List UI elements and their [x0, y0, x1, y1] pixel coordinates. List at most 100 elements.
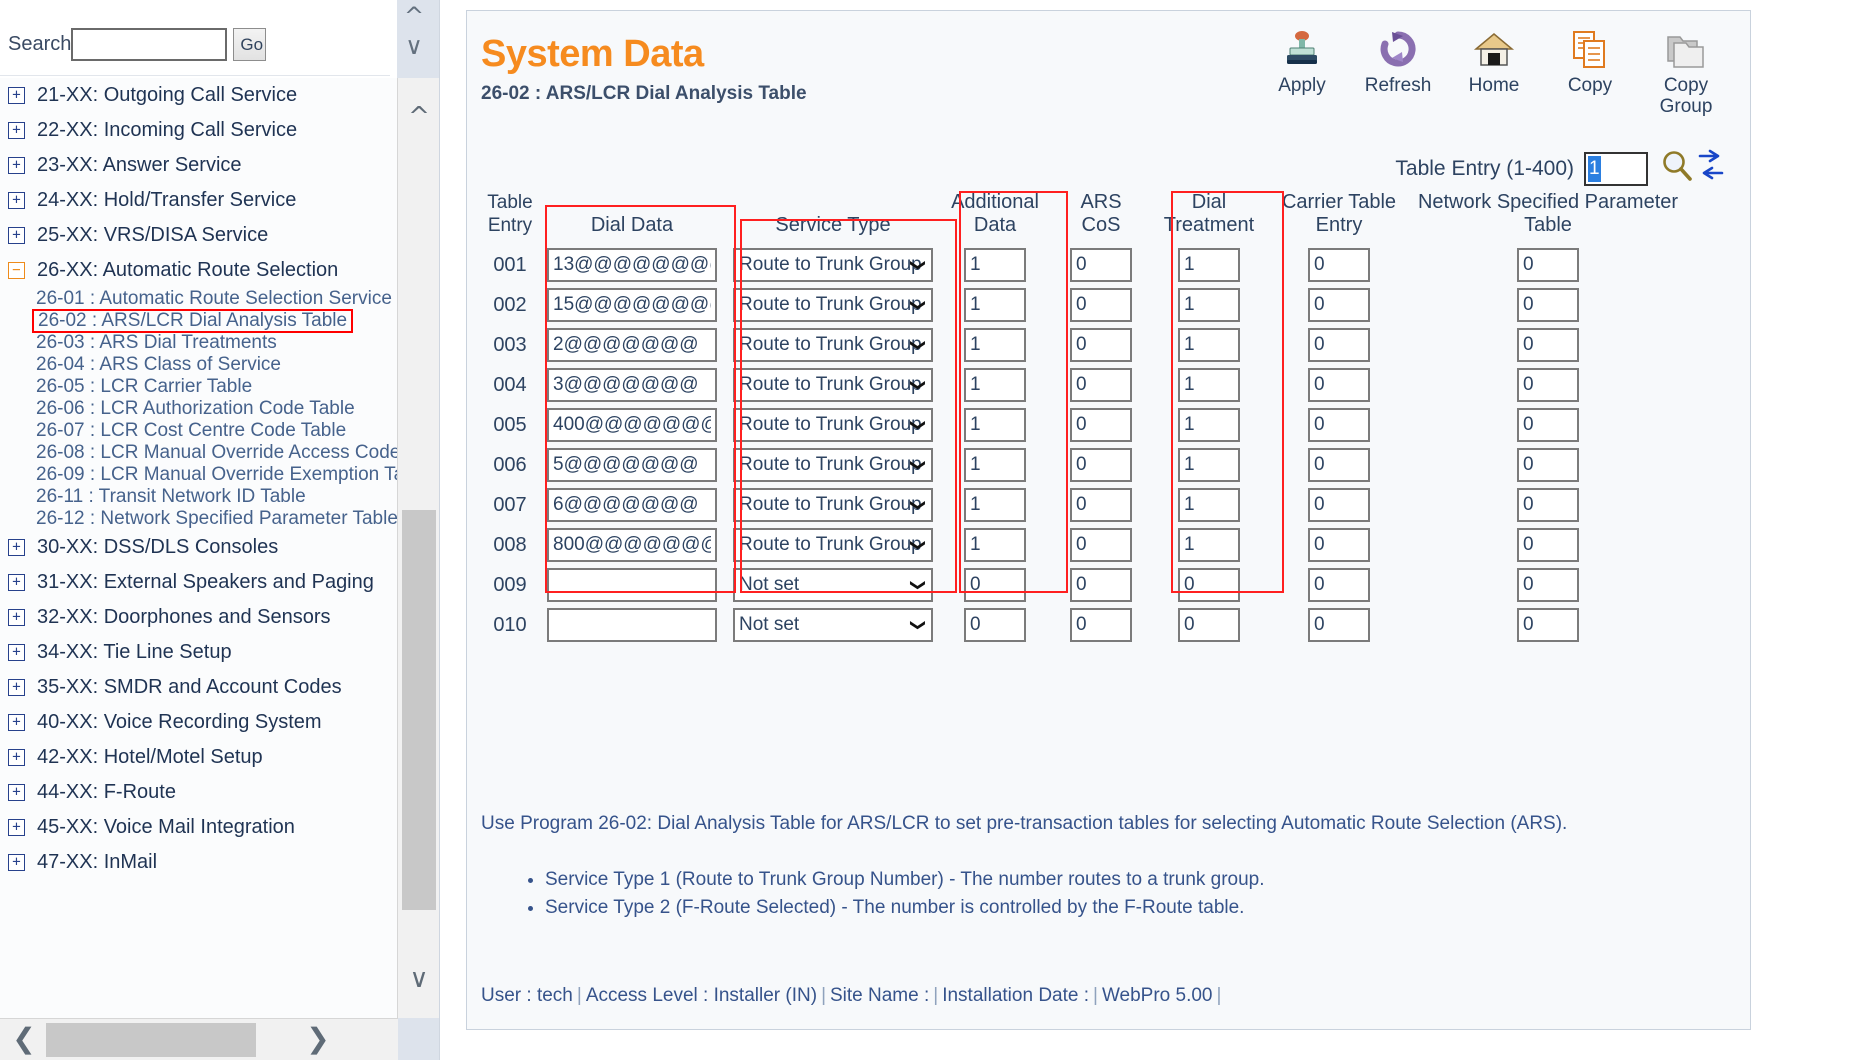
expand-icon[interactable]: + — [8, 714, 25, 731]
sidebar-item-label[interactable]: 44-XX: F-Route — [37, 781, 176, 804]
dial-data-input[interactable] — [547, 288, 717, 322]
scroll-down-arrow-icon[interactable]: ∨ — [398, 962, 440, 998]
sidebar-item-label[interactable]: 35-XX: SMDR and Account Codes — [37, 676, 342, 699]
service-type-select[interactable]: Not set ❯ — [733, 608, 933, 642]
sidebar-item-42[interactable]: +42-XX: Hotel/Motel Setup — [0, 740, 398, 775]
sidebar-item-label[interactable]: 26-02 : ARS/LCR Dial Analysis Table — [32, 309, 354, 333]
carrier-table-entry-input[interactable] — [1308, 248, 1370, 282]
dial-treatment-input[interactable] — [1178, 568, 1240, 602]
expand-icon[interactable]: + — [8, 784, 25, 801]
dial-data-input[interactable] — [547, 368, 717, 402]
additional-data-input[interactable] — [964, 488, 1026, 522]
additional-data-input[interactable] — [964, 608, 1026, 642]
service-type-select[interactable]: Route to Trunk Group ❯ — [733, 528, 933, 562]
sidebar-item-26-06[interactable]: 26-06 : LCR Authorization Code Table — [0, 398, 398, 420]
chevron-down-icon[interactable]: ❯ — [910, 339, 928, 352]
expand-icon[interactable]: + — [8, 157, 25, 174]
sidebar-scroll-up-chevron-icon[interactable]: ^ — [401, 4, 427, 28]
ars-cos-input[interactable] — [1070, 288, 1132, 322]
sidebar-scroll-down-chevron-icon[interactable]: ∨ — [401, 34, 427, 58]
sidebar-item-44[interactable]: +44-XX: F-Route — [0, 775, 398, 810]
sidebar-item-label[interactable]: 30-XX: DSS/DLS Consoles — [37, 536, 278, 559]
carrier-table-entry-input[interactable] — [1308, 288, 1370, 322]
tree-horizontal-scrollbar[interactable]: ❮ ❯ — [0, 1018, 398, 1060]
network-specified-parameter-input[interactable] — [1517, 608, 1579, 642]
carrier-table-entry-input[interactable] — [1308, 448, 1370, 482]
horizontal-scrollbar-thumb[interactable] — [46, 1023, 256, 1057]
ars-cos-input[interactable] — [1070, 488, 1132, 522]
sidebar-item-label[interactable]: 25-XX: VRS/DISA Service — [37, 224, 268, 247]
carrier-table-entry-input[interactable] — [1308, 608, 1370, 642]
sidebar-item-label[interactable]: 26-08 : LCR Manual Override Access Code — [36, 442, 398, 464]
chevron-down-icon[interactable]: ❯ — [910, 259, 928, 272]
sidebar-item-label[interactable]: 26-12 : Network Specified Parameter Tabl… — [36, 508, 398, 530]
scroll-up-arrow-icon[interactable]: ^ — [398, 100, 440, 136]
expand-icon[interactable]: + — [8, 749, 25, 766]
expand-icon[interactable]: + — [8, 539, 25, 556]
expand-icon[interactable]: + — [8, 122, 25, 139]
sidebar-item-label[interactable]: 31-XX: External Speakers and Paging — [37, 571, 374, 594]
sidebar-item-label[interactable]: 45-XX: Voice Mail Integration — [37, 816, 295, 839]
expand-icon[interactable]: + — [8, 854, 25, 871]
additional-data-input[interactable] — [964, 288, 1026, 322]
sidebar-item-26-09[interactable]: 26-09 : LCR Manual Override Exemption Ta… — [0, 464, 398, 486]
chevron-down-icon[interactable]: ❯ — [910, 459, 928, 472]
sidebar-item-26-05[interactable]: 26-05 : LCR Carrier Table — [0, 376, 398, 398]
dial-data-input[interactable] — [547, 408, 717, 442]
dial-data-input[interactable] — [547, 448, 717, 482]
sidebar-item-35[interactable]: +35-XX: SMDR and Account Codes — [0, 670, 398, 705]
magnifier-icon[interactable] — [1660, 149, 1696, 188]
sidebar-item-40[interactable]: +40-XX: Voice Recording System — [0, 705, 398, 740]
home-button[interactable]: Home — [1452, 27, 1536, 96]
expand-icon[interactable]: + — [8, 87, 25, 104]
sidebar-item-label[interactable]: 34-XX: Tie Line Setup — [37, 641, 232, 664]
sidebar-item-label[interactable]: 26-07 : LCR Cost Centre Code Table — [36, 420, 346, 442]
network-specified-parameter-input[interactable] — [1517, 568, 1579, 602]
service-type-select[interactable]: Route to Trunk Group ❯ — [733, 488, 933, 522]
dial-treatment-input[interactable] — [1178, 448, 1240, 482]
tree-vertical-scrollbar[interactable]: ^ ∨ — [397, 78, 439, 1018]
chevron-down-icon[interactable]: ❯ — [910, 299, 928, 312]
sidebar-item-label[interactable]: 26-11 : Transit Network ID Table — [36, 486, 306, 508]
carrier-table-entry-input[interactable] — [1308, 368, 1370, 402]
sidebar-item-26-08[interactable]: 26-08 : LCR Manual Override Access Code — [0, 442, 398, 464]
dial-treatment-input[interactable] — [1178, 328, 1240, 362]
expand-icon[interactable]: + — [8, 679, 25, 696]
sidebar-item-label[interactable]: 32-XX: Doorphones and Sensors — [37, 606, 331, 629]
dial-treatment-input[interactable] — [1178, 248, 1240, 282]
additional-data-input[interactable] — [964, 568, 1026, 602]
dial-data-input[interactable] — [547, 528, 717, 562]
scroll-left-arrow-icon[interactable]: ❮ — [4, 1019, 44, 1060]
copy-group-button[interactable]: Copy Group — [1644, 27, 1728, 117]
sidebar-item-label[interactable]: 26-05 : LCR Carrier Table — [36, 376, 252, 398]
chevron-down-icon[interactable]: ❯ — [910, 539, 928, 552]
dial-treatment-input[interactable] — [1178, 608, 1240, 642]
vertical-scrollbar-thumb[interactable] — [402, 510, 436, 910]
expand-icon[interactable]: + — [8, 574, 25, 591]
dial-data-input[interactable] — [547, 608, 717, 642]
service-type-select[interactable]: Not set ❯ — [733, 568, 933, 602]
additional-data-input[interactable] — [964, 408, 1026, 442]
dial-treatment-input[interactable] — [1178, 368, 1240, 402]
sidebar-item-34[interactable]: +34-XX: Tie Line Setup — [0, 635, 398, 670]
service-type-select[interactable]: Route to Trunk Group ❯ — [733, 288, 933, 322]
dial-treatment-input[interactable] — [1178, 488, 1240, 522]
sidebar-item-label[interactable]: 26-09 : LCR Manual Override Exemption Ta… — [36, 464, 398, 486]
additional-data-input[interactable] — [964, 328, 1026, 362]
sidebar-item-22[interactable]: +22-XX: Incoming Call Service — [0, 113, 398, 148]
chevron-down-icon[interactable]: ❯ — [910, 499, 928, 512]
ars-cos-input[interactable] — [1070, 328, 1132, 362]
sidebar-item-24[interactable]: +24-XX: Hold/Transfer Service — [0, 183, 398, 218]
network-specified-parameter-input[interactable] — [1517, 248, 1579, 282]
apply-button[interactable]: Apply — [1260, 27, 1344, 96]
service-type-select[interactable]: Route to Trunk Group ❯ — [733, 448, 933, 482]
service-type-select[interactable]: Route to Trunk Group ❯ — [733, 328, 933, 362]
sidebar-item-26-02[interactable]: 26-02 : ARS/LCR Dial Analysis Table — [0, 309, 398, 333]
expand-icon[interactable]: + — [8, 227, 25, 244]
service-type-select[interactable]: Route to Trunk Group ❯ — [733, 368, 933, 402]
sidebar-item-label[interactable]: 26-XX: Automatic Route Selection — [37, 259, 338, 282]
expand-icon[interactable]: + — [8, 644, 25, 661]
sidebar-item-label[interactable]: 23-XX: Answer Service — [37, 154, 242, 177]
network-specified-parameter-input[interactable] — [1517, 488, 1579, 522]
sidebar-item-label[interactable]: 26-03 : ARS Dial Treatments — [36, 332, 277, 354]
